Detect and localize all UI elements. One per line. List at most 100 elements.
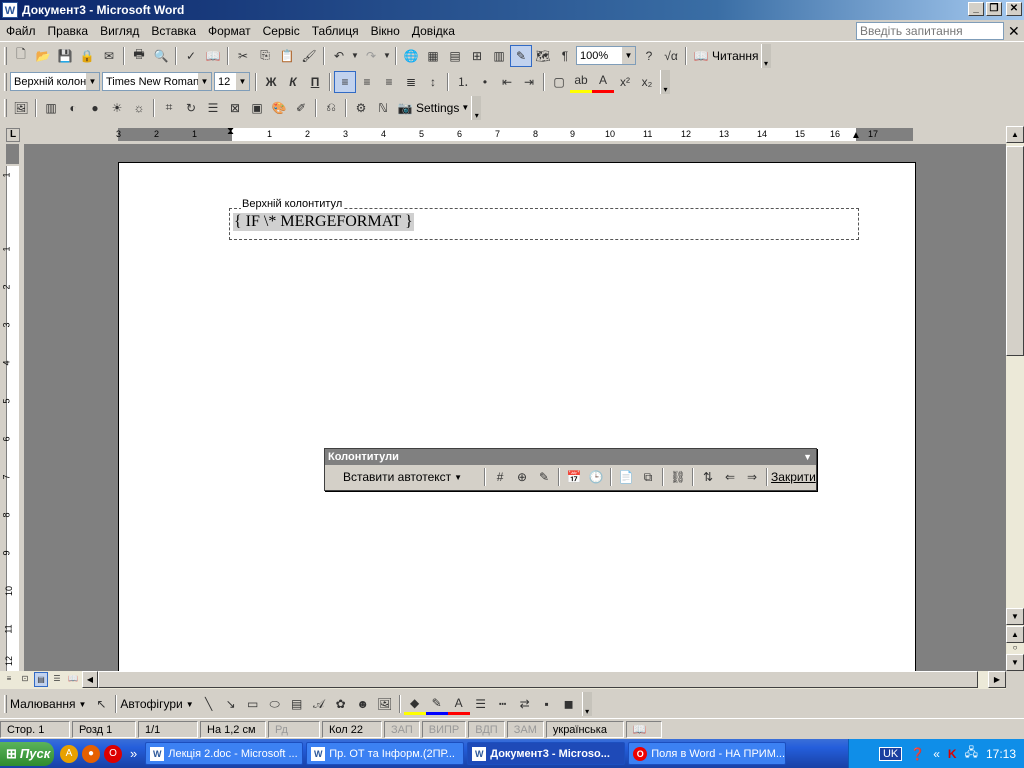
show-hide-text-icon[interactable]: ⧉ xyxy=(637,466,659,488)
3d-icon[interactable]: ◼ xyxy=(558,693,580,715)
justify-icon[interactable]: ≣ xyxy=(400,71,422,93)
bullets-icon[interactable]: • xyxy=(474,71,496,93)
arrow-style-icon[interactable]: ⇄ xyxy=(514,693,536,715)
status-extend[interactable]: ВДП xyxy=(468,720,505,738)
crop-icon[interactable]: ⌗ xyxy=(158,97,180,119)
shadow-icon[interactable]: ▪ xyxy=(536,693,558,715)
increase-indent-icon[interactable]: ⇥ xyxy=(518,71,540,93)
italic-button[interactable]: К xyxy=(282,71,304,93)
copy-icon[interactable]: ⎘ xyxy=(254,45,276,67)
settings-menu[interactable]: Settings xyxy=(416,101,459,115)
permission-icon[interactable]: 🔒 xyxy=(76,45,98,67)
line-spacing-icon[interactable]: ↕ xyxy=(422,71,444,93)
toolbar-options-icon[interactable]: ▾ xyxy=(760,43,771,68)
bold-button[interactable]: Ж xyxy=(260,71,282,93)
quick-launch-more-icon[interactable]: » xyxy=(130,746,137,761)
wordart-icon[interactable]: 𝒜 xyxy=(308,693,330,715)
macro-icon[interactable]: ⚙ xyxy=(350,97,372,119)
language-indicator[interactable]: UK xyxy=(878,746,903,761)
link-to-previous-icon[interactable]: ⛓ xyxy=(667,466,689,488)
chevron-down-icon[interactable]: ▼ xyxy=(86,73,99,90)
print-icon[interactable]: 🖶 xyxy=(128,45,150,67)
right-indent-marker-icon[interactable]: ▲ xyxy=(851,130,861,141)
more-contrast-icon[interactable]: ◐ xyxy=(62,97,84,119)
style-select[interactable]: Верхній колонт ▼ xyxy=(10,72,100,91)
help-tray-icon[interactable]: ❓ xyxy=(910,747,925,761)
insert-table-icon[interactable]: ▤ xyxy=(444,45,466,67)
subscript-icon[interactable]: x₂ xyxy=(636,71,658,93)
draw-menu[interactable]: Малювання xyxy=(10,697,75,711)
status-record[interactable]: ЗАП xyxy=(384,720,420,738)
outline-view-icon[interactable]: ☰ xyxy=(50,672,64,687)
scroll-right-icon[interactable]: ▶ xyxy=(988,671,1006,688)
tab-selector-icon[interactable]: L xyxy=(6,128,20,142)
network-icon[interactable]: 🖧 xyxy=(965,743,978,764)
document-map-icon[interactable]: 🗺 xyxy=(532,45,554,67)
minimize-button[interactable]: _ xyxy=(968,2,984,16)
status-overtype[interactable]: ЗАМ xyxy=(506,720,544,738)
text-box-icon[interactable]: ▤ xyxy=(286,693,308,715)
tray-expand-icon[interactable]: « xyxy=(933,747,940,761)
insert-time-icon[interactable]: 🕒 xyxy=(585,466,607,488)
chevron-down-icon[interactable]: ▼ xyxy=(198,73,211,90)
h-scroll-thumb[interactable] xyxy=(98,671,978,688)
fill-color-icon[interactable]: ◆ xyxy=(403,693,426,715)
task-pr-ot-doc[interactable]: W Пр. ОТ та Інформ.(2ПР... xyxy=(306,742,465,765)
autoshapes-menu[interactable]: Автофігури xyxy=(120,697,182,711)
horizontal-ruler[interactable]: L 3 2 1 1 2 3 4 5 6 7 8 9 10 11 12 13 14… xyxy=(0,126,1024,144)
menu-table[interactable]: Таблиця xyxy=(306,21,365,41)
less-brightness-icon[interactable]: ☼ xyxy=(128,97,150,119)
camera-icon[interactable]: 📷 xyxy=(394,97,416,119)
ask-question-input[interactable]: Введіть запитання xyxy=(856,22,1004,40)
insert-picture-icon[interactable]: 🖼 xyxy=(10,97,32,119)
format-page-number-icon[interactable]: ✎ xyxy=(533,466,555,488)
toolbar-grip[interactable] xyxy=(4,695,7,713)
close-button[interactable]: ✕ xyxy=(1006,2,1022,16)
insert-excel-icon[interactable]: ⊞ xyxy=(466,45,488,67)
reading-layout-icon[interactable]: 📖 xyxy=(66,672,80,687)
scroll-thumb[interactable] xyxy=(1006,146,1024,356)
research-icon[interactable]: 📖 xyxy=(202,45,224,67)
maximize-button[interactable]: ❐ xyxy=(986,2,1002,16)
toolbar-options-icon[interactable]: ▾ xyxy=(660,69,670,94)
vertical-ruler[interactable]: 1 1 2 3 4 5 6 7 8 9 10 11 12 xyxy=(0,144,24,671)
toolbar-grip[interactable] xyxy=(4,72,7,91)
insert-page-count-icon[interactable]: ⊕ xyxy=(511,466,533,488)
text-wrapping-icon[interactable]: ▣ xyxy=(246,97,268,119)
indent-marker-icon[interactable]: ⧗ xyxy=(227,126,234,137)
equation-icon[interactable]: √α xyxy=(660,45,682,67)
task-lecture-doc[interactable]: W Лекція 2.doc - Microsoft ... xyxy=(145,742,304,765)
clip-art-icon[interactable]: ☻ xyxy=(352,693,374,715)
font-color-icon[interactable]: A xyxy=(592,71,614,93)
highlight-icon[interactable]: ab xyxy=(570,71,592,93)
task-opera-page[interactable]: O Поля в Word - НА ПРИМ... xyxy=(628,742,787,765)
toolbar-grip[interactable] xyxy=(4,46,7,65)
scroll-down-icon[interactable]: ▼ xyxy=(1006,608,1024,625)
redo-dropdown-icon[interactable]: ▼ xyxy=(382,45,392,67)
less-contrast-icon[interactable]: ● xyxy=(84,97,106,119)
borders-icon[interactable]: ▢ xyxy=(548,71,570,93)
spelling-status-icon[interactable]: 📖 xyxy=(625,720,662,738)
show-next-icon[interactable]: ⇒ xyxy=(741,466,763,488)
new-document-icon[interactable]: 🗋 xyxy=(10,45,32,67)
normal-view-icon[interactable]: ≡ xyxy=(2,672,16,687)
rectangle-icon[interactable]: ▭ xyxy=(242,693,264,715)
format-painter-icon[interactable]: 🖌 xyxy=(298,45,320,67)
underline-button[interactable]: П xyxy=(304,71,326,93)
paste-icon[interactable]: 📋 xyxy=(276,45,298,67)
align-left-icon[interactable]: ≡ xyxy=(334,70,356,93)
opera-icon[interactable]: O xyxy=(104,744,122,763)
reading-button[interactable]: Читання xyxy=(712,49,759,63)
drawing-toggle-icon[interactable]: ✎ xyxy=(510,44,532,67)
start-button[interactable]: ⊞ Пуск xyxy=(0,741,54,766)
menu-help[interactable]: Довідка xyxy=(406,21,461,41)
line-color-icon[interactable]: ✎ xyxy=(425,693,448,715)
chevron-down-icon[interactable]: ▼ xyxy=(803,449,812,465)
font-size-select[interactable]: 12 ▼ xyxy=(214,72,250,91)
horizontal-scrollbar[interactable]: ≡ ⊡ ▤ ☰ 📖 ◀ ▶ xyxy=(0,671,1006,689)
menu-file[interactable]: Файл xyxy=(0,21,42,41)
format-picture-icon[interactable]: 🎨 xyxy=(268,97,290,119)
hyperlink-icon[interactable]: 🌐 xyxy=(400,45,422,67)
font-select[interactable]: Times New Roman ▼ xyxy=(102,72,212,91)
tables-borders-icon[interactable]: ▦ xyxy=(422,45,444,67)
